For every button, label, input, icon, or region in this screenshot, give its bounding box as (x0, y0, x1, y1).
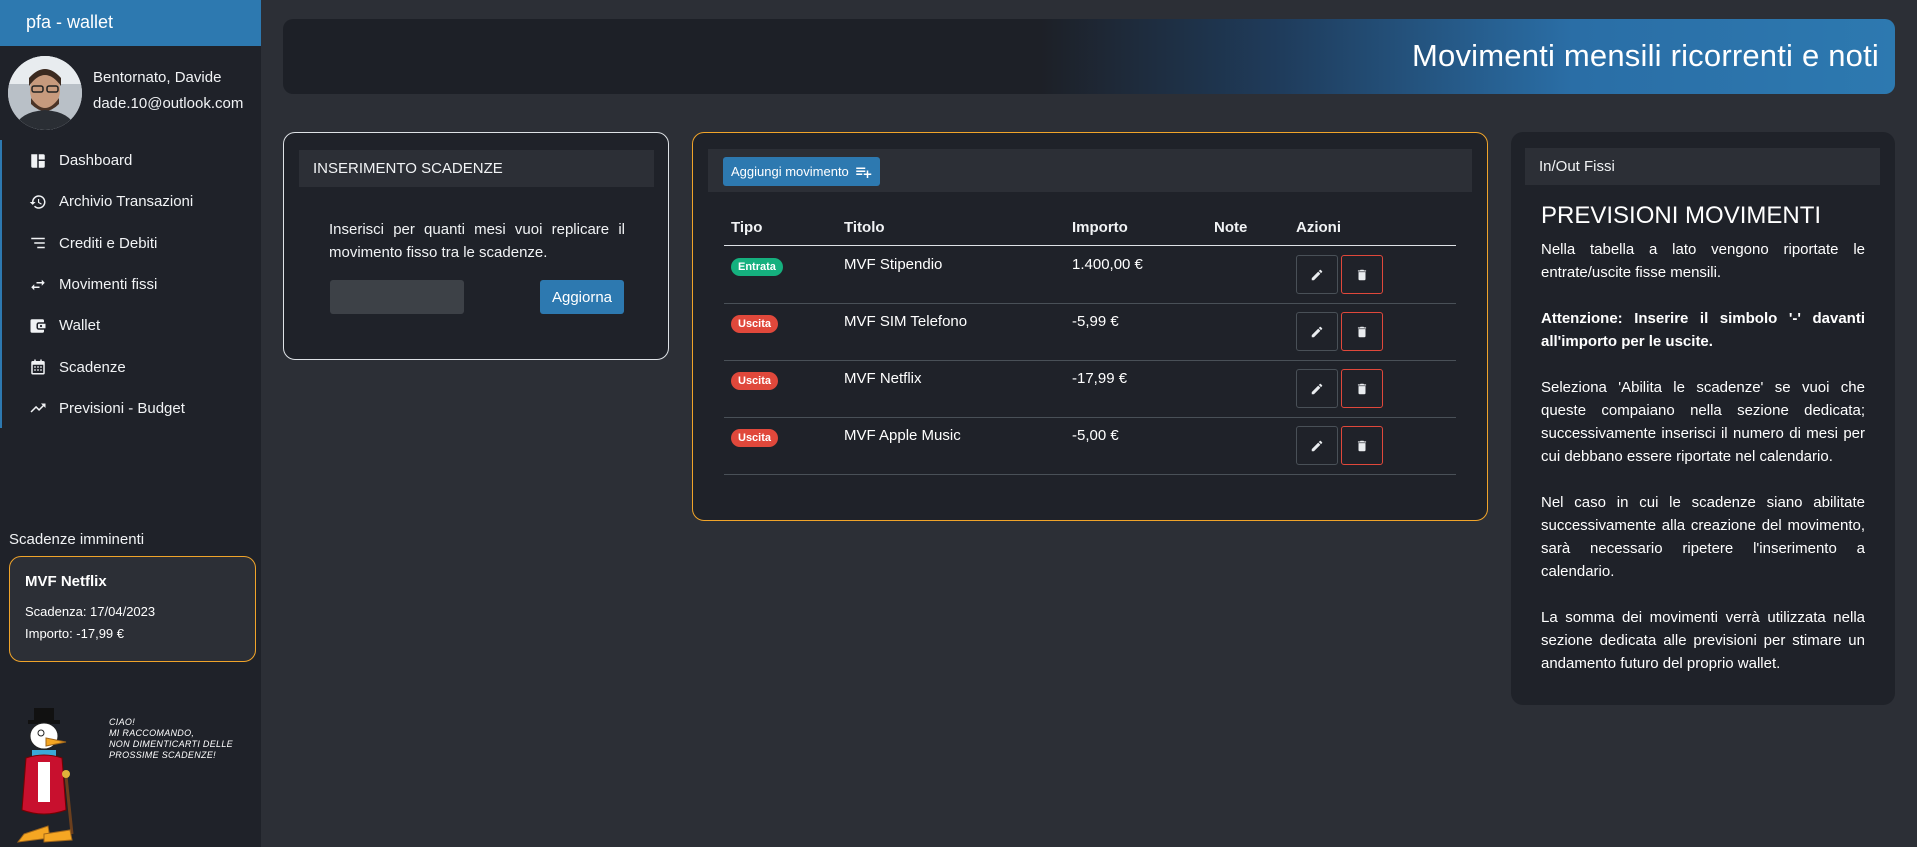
insert-instructions: Inserisci per quanti mesi vuoi replicare… (329, 221, 625, 261)
trash-icon (1357, 383, 1367, 394)
table-header: Tipo Titolo Importo Note Azioni (724, 219, 1456, 246)
sidebar-item-scadenze[interactable]: Scadenze (2, 346, 261, 387)
trash-icon (1357, 269, 1367, 280)
sidebar-item-label: Archivio Transazioni (59, 193, 194, 211)
history-icon (28, 192, 48, 212)
sidebar: pfa - wallet Bentornato, Davide dade.10@… (0, 0, 261, 847)
sidebar-item-label: Wallet (59, 317, 101, 335)
trash-icon (1357, 440, 1367, 451)
edit-button[interactable] (1296, 255, 1338, 294)
sidebar-item-previsioni-budget[interactable]: Previsioni - Budget (2, 388, 261, 429)
dashboard-icon (28, 151, 48, 171)
info-paragraph: Nella tabella a lato vengono riportate l… (1541, 241, 1865, 281)
card-header: In/Out Fissi (1525, 148, 1880, 185)
update-button[interactable]: Aggiorna (540, 280, 624, 314)
info-paragraph: Seleziona 'Abilita le scadenze' se vuoi … (1541, 379, 1865, 465)
upcoming-deadlines-title: Scadenze imminenti (9, 531, 145, 548)
row-title: MVF SIM Telefono (844, 313, 968, 330)
card-header: Aggiungi movimento (708, 149, 1472, 192)
table-row: Uscita MVF Netflix -17,99 € (724, 361, 1456, 418)
deadline-amount: Importo: -17,99 € (25, 626, 124, 641)
type-badge-uscita: Uscita (731, 429, 779, 447)
trending-up-icon (28, 398, 48, 418)
deadline-title: MVF Netflix (25, 573, 107, 590)
info-paragraph: Nel caso in cui le scadenze siano abilit… (1541, 494, 1865, 580)
column-header-importo: Importo (1072, 219, 1128, 236)
user-greeting: Bentornato, Davide (93, 69, 222, 86)
sort-lines-icon (28, 233, 48, 253)
row-amount: 1.400,00 € (1072, 256, 1143, 273)
mascot-illustration (14, 706, 86, 846)
pencil-icon (1311, 383, 1323, 394)
delete-button[interactable] (1341, 426, 1383, 465)
sidebar-item-label: Scadenze (59, 358, 126, 376)
speech-line: CIAO! (109, 717, 136, 727)
sidebar-item-wallet[interactable]: Wallet (2, 305, 261, 346)
table-row: Entrata MVF Stipendio 1.400,00 € (724, 247, 1456, 304)
sidebar-item-label: Crediti e Debiti (59, 234, 158, 252)
row-amount: -17,99 € (1072, 370, 1128, 387)
sidebar-nav: Dashboard Archivio Transazioni Crediti e… (0, 140, 261, 428)
info-title: PREVISIONI MOVIMENTI (1541, 202, 1822, 229)
deadline-date: Scadenza: 17/04/2023 (25, 604, 156, 619)
sidebar-item-label: Dashboard (59, 152, 133, 170)
edit-button[interactable] (1296, 312, 1338, 351)
pencil-icon (1311, 440, 1323, 451)
trash-icon (1357, 326, 1367, 337)
avatar (8, 56, 82, 130)
sidebar-item-movimenti-fissi[interactable]: Movimenti fissi (2, 264, 261, 305)
page-header: Movimenti mensili ricorrenti e noti (283, 19, 1895, 94)
playlist-add-icon (856, 167, 872, 178)
wallet-icon (28, 316, 48, 336)
column-header-azioni: Azioni (1296, 219, 1341, 236)
type-badge-uscita: Uscita (731, 372, 779, 390)
column-header-tipo: Tipo (731, 219, 763, 236)
row-amount: -5,99 € (1072, 313, 1119, 330)
sidebar-item-dashboard[interactable]: Dashboard (2, 140, 261, 181)
mascot-speech-bubble: CIAO! MI RACCOMANDO, NON DIMENTICARTI DE… (109, 717, 249, 761)
table-row: Uscita MVF SIM Telefono -5,99 € (724, 304, 1456, 361)
speech-line: MI RACCOMANDO, (109, 728, 195, 738)
user-panel: Bentornato, Davide dade.10@outlook.com (0, 46, 261, 134)
delete-button[interactable] (1341, 312, 1383, 351)
fixed-in-out-info-card: In/Out Fissi PREVISIONI MOVIMENTI Nella … (1511, 132, 1895, 705)
column-header-titolo: Titolo (844, 219, 885, 236)
edit-button[interactable] (1296, 426, 1338, 465)
swap-arrows-icon (28, 275, 48, 295)
deadline-card[interactable]: MVF Netflix Scadenza: 17/04/2023 Importo… (9, 556, 256, 662)
info-warning: Attenzione: Inserire il simbolo '-' dava… (1541, 310, 1865, 350)
user-email: dade.10@outlook.com (93, 95, 244, 112)
row-amount: -5,00 € (1072, 427, 1119, 444)
pencil-icon (1311, 269, 1323, 280)
type-badge-uscita: Uscita (731, 315, 779, 333)
calendar-icon (28, 357, 48, 377)
delete-button[interactable] (1341, 255, 1383, 294)
card-header: INSERIMENTO SCADENZE (299, 150, 654, 187)
table-row: Uscita MVF Apple Music -5,00 € (724, 418, 1456, 475)
column-header-note: Note (1214, 219, 1248, 236)
add-movement-button[interactable]: Aggiungi movimento (723, 157, 880, 186)
row-title: MVF Netflix (844, 370, 922, 387)
sidebar-item-label: Previsioni - Budget (59, 399, 185, 417)
page-title: Movimenti mensili ricorrenti e noti (1412, 38, 1879, 73)
speech-line: NON DIMENTICARTI DELLE (109, 739, 233, 749)
sidebar-item-archivio-transazioni[interactable]: Archivio Transazioni (2, 181, 261, 222)
insert-deadlines-card: INSERIMENTO SCADENZE Inserisci per quant… (283, 132, 669, 360)
edit-button[interactable] (1296, 369, 1338, 408)
type-badge-entrata: Entrata (731, 258, 783, 276)
recurring-movements-card: Aggiungi movimento Tipo Titolo Importo N… (692, 132, 1488, 521)
months-input[interactable] (330, 280, 464, 314)
speech-line: PROSSIME SCADENZE! (109, 750, 216, 760)
delete-button[interactable] (1341, 369, 1383, 408)
sidebar-item-label: Movimenti fissi (59, 276, 158, 294)
row-title: MVF Apple Music (844, 427, 961, 444)
row-title: MVF Stipendio (844, 256, 943, 273)
info-body: Nella tabella a lato vengono riportate l… (1541, 238, 1865, 698)
pencil-icon (1311, 326, 1323, 337)
info-paragraph: La somma dei movimenti verrà utilizzata … (1541, 609, 1865, 672)
sidebar-item-crediti-debiti[interactable]: Crediti e Debiti (2, 223, 261, 264)
add-movement-label: Aggiungi movimento (731, 164, 849, 179)
app-brand[interactable]: pfa - wallet (0, 0, 261, 46)
